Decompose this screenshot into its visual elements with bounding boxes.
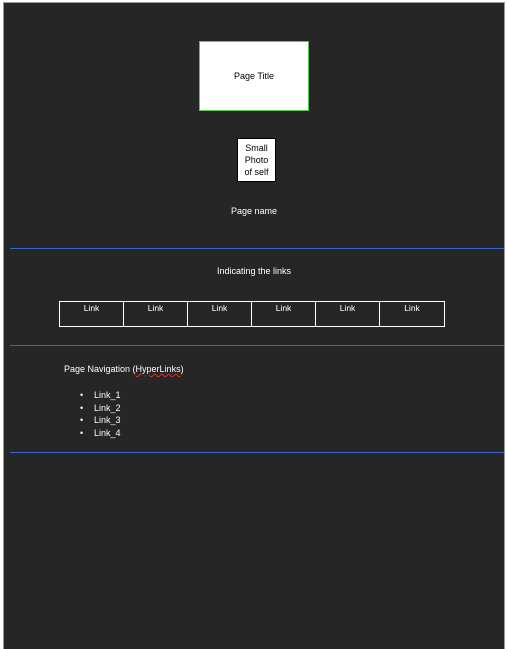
- photo-placeholder-text: Small Photo of self: [244, 143, 269, 177]
- link-cell[interactable]: Link: [60, 302, 124, 326]
- list-item[interactable]: Link_1: [80, 389, 121, 402]
- navigation-heading-hyperlinks: HyperLinks: [135, 364, 181, 374]
- document-page: Page Title Small Photo of self Page name…: [3, 2, 505, 649]
- divider-1: [10, 248, 504, 249]
- list-item[interactable]: Link_3: [80, 414, 121, 427]
- list-item[interactable]: Link_4: [80, 427, 121, 440]
- navigation-heading-suffix: ): [180, 364, 184, 374]
- page-name-label: Page name: [230, 206, 278, 216]
- navigation-heading-prefix: Page Navigation (: [64, 364, 136, 374]
- page-title-text: Page Title: [233, 71, 275, 81]
- navigation-heading: Page Navigation (HyperLinks): [64, 364, 184, 374]
- divider-2: [10, 345, 504, 346]
- divider-3: [10, 452, 504, 453]
- links-heading: Indicating the links: [216, 266, 292, 276]
- link-table: Link Link Link Link Link Link: [59, 301, 445, 327]
- list-item[interactable]: Link_2: [80, 402, 121, 415]
- link-cell[interactable]: Link: [188, 302, 252, 326]
- link-cell[interactable]: Link: [380, 302, 444, 326]
- page-title-box: Page Title: [199, 41, 309, 111]
- link-cell[interactable]: Link: [316, 302, 380, 326]
- link-cell[interactable]: Link: [124, 302, 188, 326]
- link-cell[interactable]: Link: [252, 302, 316, 326]
- navigation-list: Link_1 Link_2 Link_3 Link_4: [80, 389, 121, 439]
- photo-placeholder: Small Photo of self: [237, 138, 276, 182]
